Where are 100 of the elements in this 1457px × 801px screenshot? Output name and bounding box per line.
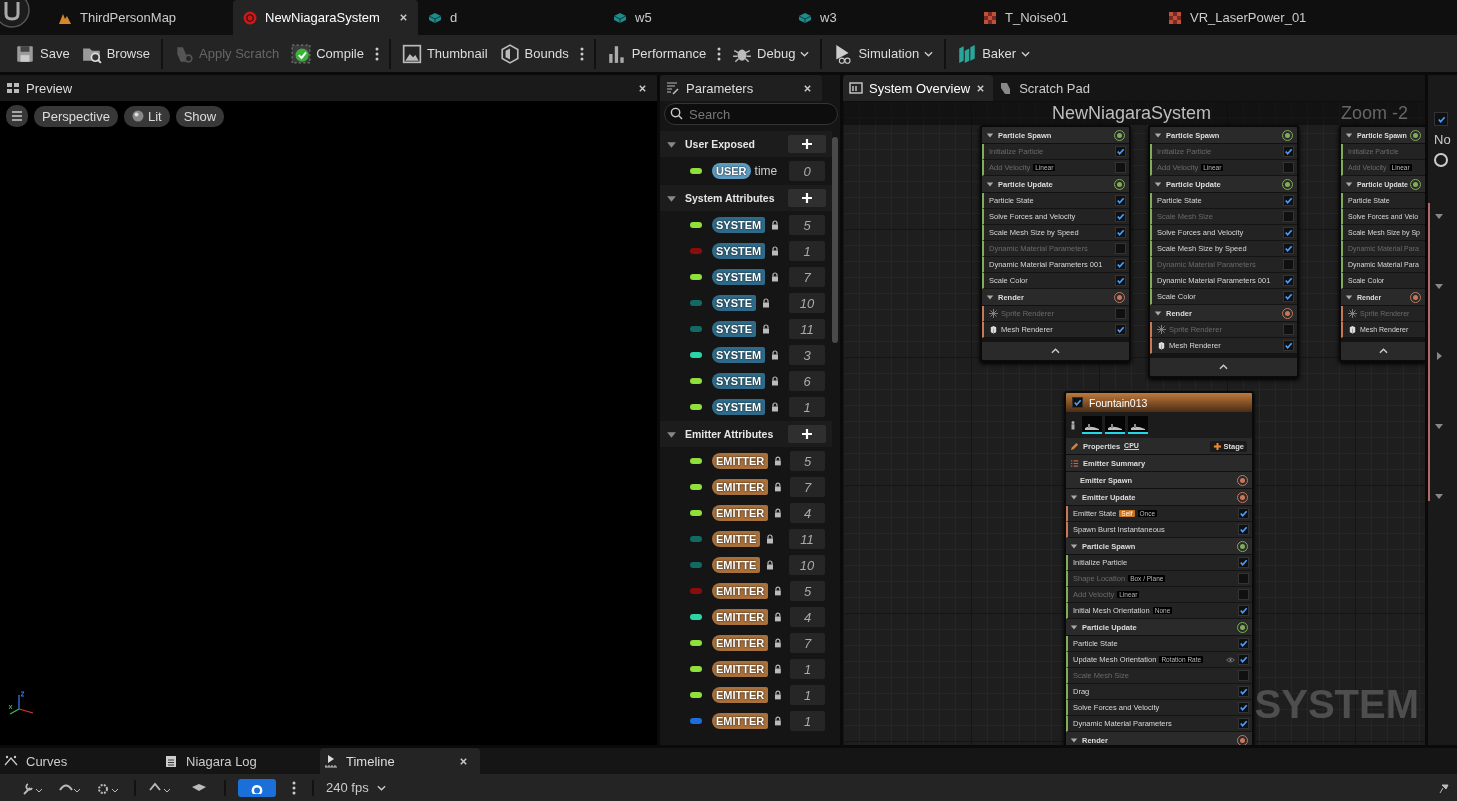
close-icon[interactable] <box>976 83 986 93</box>
close-icon[interactable] <box>399 13 408 22</box>
namespace-tag[interactable]: EMITTER <box>712 635 769 651</box>
circle-button[interactable] <box>1434 153 1448 167</box>
collapse-arrow-icon[interactable] <box>1434 281 1444 291</box>
panel-tab[interactable]: Timeline <box>320 748 480 774</box>
namespace-tag[interactable]: SYSTEM <box>712 269 766 285</box>
view-mode-button[interactable]: Show <box>175 105 225 127</box>
graph-tab[interactable]: System Overview <box>843 75 994 101</box>
toolbar-button[interactable]: Thumbnail <box>396 40 493 67</box>
checkbox[interactable] <box>1283 195 1294 206</box>
checkbox[interactable] <box>1115 324 1126 335</box>
checkbox[interactable] <box>1238 702 1249 713</box>
search-field[interactable]: Search <box>664 103 838 125</box>
checkbox[interactable] <box>1115 195 1126 206</box>
checkbox[interactable] <box>1283 340 1294 351</box>
collapse-arrow-icon[interactable] <box>1070 736 1078 744</box>
namespace-tag[interactable]: SYSTEM <box>712 243 766 259</box>
checkbox[interactable] <box>1115 259 1126 270</box>
pin-icon[interactable] <box>1437 781 1449 794</box>
expand-arrow-icon[interactable] <box>1434 351 1444 361</box>
add-button[interactable] <box>788 189 826 207</box>
namespace-tag[interactable]: SYSTE <box>712 295 757 311</box>
collapse-arrow-icon[interactable] <box>1154 180 1162 188</box>
view-mode-button[interactable]: Perspective <box>34 105 118 127</box>
add-module-icon[interactable] <box>1413 294 1418 300</box>
checkbox[interactable] <box>1238 508 1249 519</box>
view-mode-button[interactable]: Lit <box>123 105 170 127</box>
add-module-icon[interactable] <box>1285 310 1290 316</box>
add-module-icon[interactable] <box>1413 181 1418 187</box>
checkbox[interactable] <box>1072 397 1083 408</box>
namespace-tag[interactable]: EMITTER <box>712 583 769 599</box>
toolbar-button[interactable]: Compile <box>286 40 369 67</box>
namespace-tag[interactable]: EMITTER <box>712 687 769 703</box>
document-tab[interactable]: d <box>418 0 603 35</box>
checkbox[interactable] <box>1238 638 1249 649</box>
checkbox[interactable] <box>1238 557 1249 568</box>
namespace-tag[interactable]: SYSTEM <box>712 399 766 415</box>
collapse-arrow-icon[interactable] <box>1434 421 1444 431</box>
add-module-icon[interactable] <box>1240 477 1245 483</box>
add-module-icon[interactable] <box>1240 543 1245 549</box>
close-icon[interactable] <box>638 83 647 93</box>
checkbox[interactable] <box>1283 227 1294 238</box>
eye-icon[interactable] <box>1226 656 1235 663</box>
namespace-tag[interactable]: SYSTEM <box>712 373 766 389</box>
panel-tab[interactable]: Preview <box>0 75 657 101</box>
collapse-arrow-icon[interactable] <box>1345 180 1353 188</box>
namespace-tag[interactable]: EMITTE <box>712 557 761 573</box>
node-graph[interactable] <box>843 101 1425 745</box>
frame-rate-dropdown[interactable]: 240 fps <box>326 780 386 795</box>
toolbar-button[interactable]: Bounds <box>494 40 574 67</box>
add-button[interactable] <box>788 425 826 443</box>
namespace-tag[interactable]: EMITTE <box>712 531 761 547</box>
collapse-arrow-icon[interactable] <box>1154 131 1162 139</box>
namespace-tag[interactable]: SYSTEM <box>712 217 766 233</box>
collapse-arrow-icon[interactable] <box>1434 211 1444 221</box>
checkbox[interactable] <box>1115 227 1126 238</box>
toolbar-button[interactable]: Baker <box>952 40 1036 67</box>
viewport[interactable]: Perspective Lit Show <box>0 101 657 745</box>
collapse-arrow-icon[interactable] <box>1070 542 1078 550</box>
add-module-icon[interactable] <box>1240 624 1245 630</box>
menu-button[interactable] <box>6 105 28 127</box>
toolbar-button[interactable]: Performance <box>601 40 712 67</box>
panel-tab[interactable]: Curves <box>0 748 160 774</box>
emitter-node[interactable] <box>1339 125 1425 362</box>
add-button[interactable] <box>788 135 826 153</box>
collapse-arrow-icon[interactable] <box>986 293 994 301</box>
add-module-icon[interactable] <box>1413 132 1418 138</box>
emitter-node[interactable] <box>980 125 1131 362</box>
document-tab[interactable]: ThirdPersonMap <box>48 0 233 35</box>
panel-tab[interactable]: Niagara Log <box>160 748 320 774</box>
namespace-tag[interactable]: EMITTER <box>712 505 769 521</box>
add-module-icon[interactable] <box>1117 132 1122 138</box>
emitter-node[interactable] <box>1148 125 1299 378</box>
checkbox[interactable] <box>1115 211 1126 222</box>
toolbar-button[interactable]: Debug <box>727 40 815 67</box>
add-module-icon[interactable] <box>1117 294 1122 300</box>
checkbox[interactable] <box>1238 524 1249 535</box>
checkbox[interactable] <box>1238 718 1249 729</box>
document-tab[interactable]: w5 <box>603 0 788 35</box>
checkbox[interactable] <box>1238 686 1249 697</box>
toolbar-button[interactable]: Browse <box>76 40 155 67</box>
namespace-tag[interactable]: EMITTER <box>712 609 769 625</box>
collapse-arrow-icon[interactable] <box>1434 491 1444 501</box>
checkbox[interactable] <box>1434 112 1448 126</box>
close-icon[interactable] <box>459 756 468 766</box>
toolbar-button[interactable]: Simulation <box>828 40 939 67</box>
collapse-arrow-icon[interactable] <box>1345 131 1353 139</box>
add-module-icon[interactable] <box>1240 737 1245 743</box>
collapse-arrow-icon[interactable] <box>1070 493 1078 501</box>
document-tab[interactable]: w3 <box>788 0 973 35</box>
scrollbar-thumb[interactable] <box>832 137 838 343</box>
close-icon[interactable] <box>803 83 812 93</box>
namespace-tag[interactable]: SYSTE <box>712 321 757 337</box>
node-header[interactable]: Fountain013 <box>1066 393 1252 412</box>
namespace-tag[interactable]: EMITTER <box>712 713 769 729</box>
namespace-tag[interactable]: EMITTER <box>712 453 769 469</box>
document-tab[interactable]: T_Noise01 <box>973 0 1158 35</box>
add-module-icon[interactable] <box>1285 132 1290 138</box>
checkbox[interactable] <box>1238 605 1249 616</box>
